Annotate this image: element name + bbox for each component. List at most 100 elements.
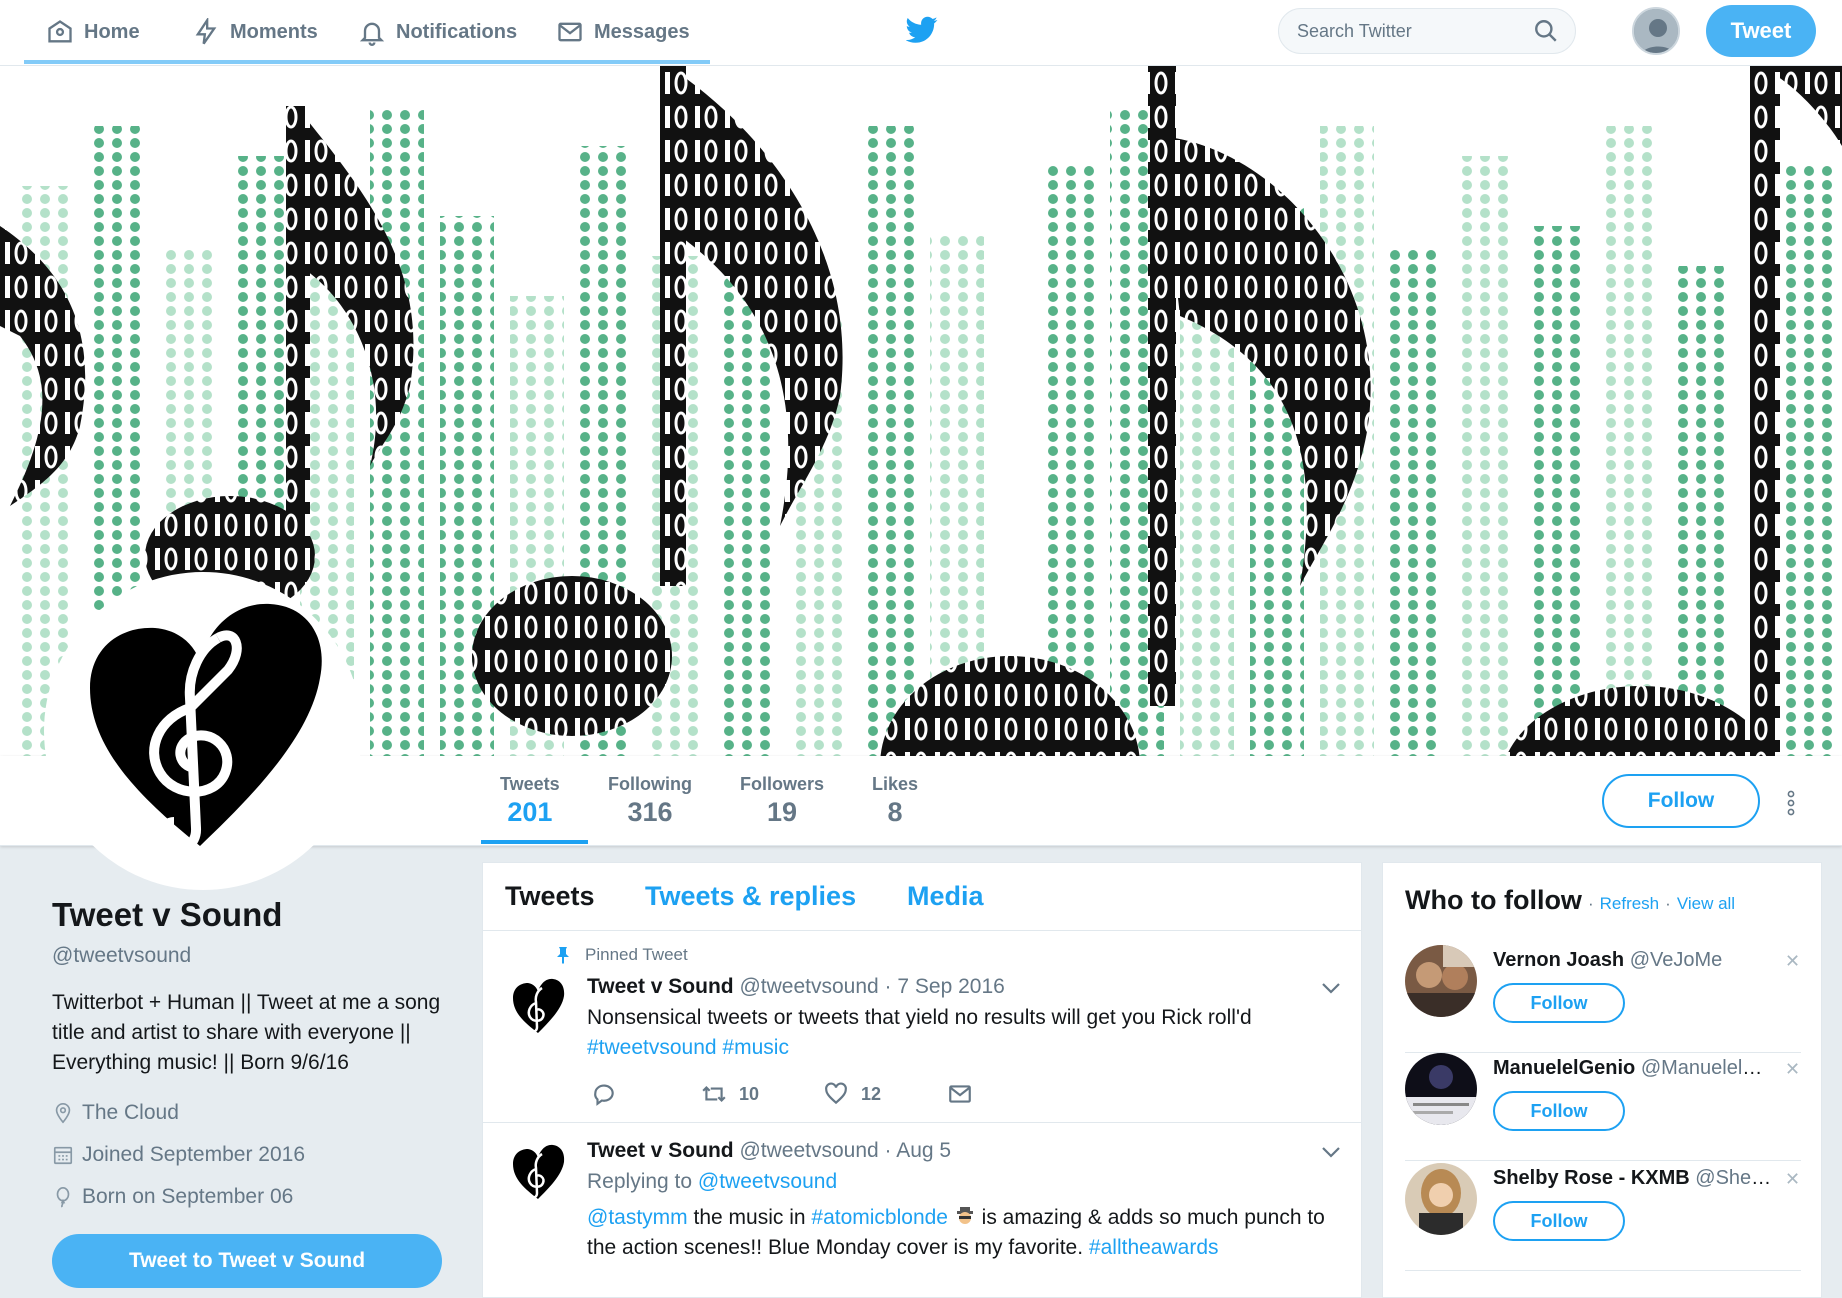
reply-icon	[594, 1084, 614, 1106]
treble-clef-heart-logo	[50, 578, 356, 884]
follow-suggested-button[interactable]: Follow	[1493, 1201, 1625, 1241]
suggested-user-info: Shelby Rose - KXMB @ShelbyRose	[1493, 1167, 1773, 1190]
divider	[1405, 1270, 1801, 1271]
nav-active-underline	[24, 60, 710, 64]
bell-icon	[359, 22, 385, 46]
dismiss-icon[interactable]: ✕	[1785, 1059, 1800, 1080]
search-icon[interactable]	[1533, 18, 1559, 44]
more-options-icon[interactable]	[1786, 790, 1796, 816]
nav-moments[interactable]: Moments	[192, 0, 318, 64]
account-avatar[interactable]	[1632, 7, 1680, 55]
tweet-hashtag[interactable]: #alltheawards	[1089, 1236, 1219, 1259]
chevron-down-icon[interactable]	[1321, 1145, 1341, 1159]
tweet-hashtag[interactable]: #atomicblonde	[811, 1206, 948, 1229]
pin-icon	[557, 947, 569, 964]
twitter-bird-icon[interactable]	[906, 16, 938, 44]
refresh-link[interactable]: Refresh	[1600, 894, 1660, 914]
nav-messages[interactable]: Messages	[556, 0, 690, 64]
profile-joined-text: Joined September 2016	[82, 1143, 305, 1166]
heart-icon	[825, 1082, 847, 1105]
tweet-author-handle[interactable]: @tweetvsound	[739, 975, 878, 998]
suggested-user-handle[interactable]: @VeJoMe	[1630, 949, 1723, 971]
stat-tweets-label: Tweets	[500, 774, 560, 794]
stat-likes[interactable]: Likes 8	[872, 774, 918, 828]
home-icon	[48, 20, 72, 43]
follow-button[interactable]: Follow	[1602, 774, 1760, 828]
nav-notifications[interactable]: Notifications	[358, 0, 517, 64]
stat-active-underline	[481, 840, 588, 844]
profile-birthday-text: Born on September 06	[82, 1185, 294, 1208]
tweet-avatar[interactable]	[507, 975, 571, 1039]
timeline-tabs: Tweets Tweets & replies Media	[483, 863, 1361, 931]
tweet-avatar[interactable]	[507, 1141, 571, 1205]
retweet-action[interactable]: 10	[701, 1081, 823, 1107]
profile-birthday: Born on September 06	[52, 1176, 452, 1218]
calendar-icon	[53, 1146, 73, 1165]
separator-dot: ·	[1587, 894, 1594, 913]
profile-location-text: The Cloud	[82, 1101, 179, 1124]
tweet-date[interactable]: · Aug 5	[885, 1139, 952, 1162]
tweet-item[interactable]: Tweet v Sound @tweetvsound · Aug 5 Reply…	[483, 1123, 1361, 1297]
profile-avatar[interactable]	[44, 572, 362, 890]
profile-location: The Cloud	[52, 1092, 452, 1134]
search-box[interactable]	[1278, 8, 1576, 54]
stat-likes-value: 8	[887, 797, 903, 827]
tweet-mention[interactable]: @tastymm	[587, 1206, 688, 1229]
reply-action[interactable]	[591, 1081, 701, 1107]
suggested-user-name[interactable]: ManuelelGenio	[1493, 1057, 1635, 1079]
tweet-author-handle[interactable]: @tweetvsound	[739, 1139, 878, 1162]
stat-tweets[interactable]: Tweets 201	[500, 774, 560, 828]
default-user-icon	[1634, 9, 1678, 53]
avatar[interactable]	[1405, 945, 1477, 1017]
tab-tweets[interactable]: Tweets	[505, 881, 595, 912]
suggested-user-handle[interactable]: @ManuelelGenio	[1641, 1057, 1773, 1079]
dismiss-icon[interactable]: ✕	[1785, 951, 1800, 972]
suggested-user-name[interactable]: Shelby Rose - KXMB	[1493, 1167, 1690, 1189]
dm-action[interactable]	[947, 1081, 973, 1107]
suggested-user[interactable]: Shelby Rose - KXMB @ShelbyRose Follow ✕	[1405, 1163, 1801, 1271]
envelope-icon	[949, 1085, 971, 1103]
profile-name[interactable]: Tweet v Sound	[52, 896, 452, 934]
profile-handle[interactable]: @tweetvsound	[52, 944, 452, 968]
tab-tweets-replies[interactable]: Tweets & replies	[645, 881, 856, 912]
tweet-item[interactable]: Pinned Tweet Tweet v Sound @tweetvsound …	[483, 931, 1361, 1123]
search-input[interactable]	[1297, 20, 1533, 42]
tweet-header: Tweet v Sound @tweetvsound · Aug 5	[587, 1139, 951, 1163]
tweet-text: @tastymm the music in #atomicblonde is a…	[587, 1203, 1347, 1263]
tweet-hashtags[interactable]: #tweetvsound #music	[587, 1036, 789, 1059]
compose-tweet-button[interactable]: Tweet	[1706, 5, 1816, 57]
nav-moments-label: Moments	[230, 20, 318, 43]
tweet-author-name[interactable]: Tweet v Sound	[587, 975, 734, 998]
follow-suggested-button[interactable]: Follow	[1493, 1091, 1625, 1131]
chevron-down-icon[interactable]	[1321, 981, 1341, 995]
like-action[interactable]: 12	[823, 1081, 947, 1107]
profile-joined: Joined September 2016	[52, 1134, 452, 1176]
tab-media[interactable]: Media	[907, 881, 984, 912]
stat-following-label: Following	[608, 774, 692, 794]
nav-home[interactable]: Home	[46, 0, 140, 64]
avatar[interactable]	[1405, 1163, 1477, 1235]
tweet-date[interactable]: · 7 Sep 2016	[885, 975, 1005, 998]
replying-to-handle[interactable]: @tweetvsound	[698, 1170, 837, 1193]
tweet-to-user-button[interactable]: Tweet to Tweet v Sound	[52, 1234, 442, 1288]
profile-card: Tweet v Sound @tweetvsound Twitterbot + …	[52, 896, 452, 1218]
suggested-user[interactable]: ManuelelGenio @ManuelelGenio Follow ✕	[1405, 1053, 1801, 1161]
suggested-user-info: ManuelelGenio @ManuelelGenio	[1493, 1057, 1773, 1080]
suggested-user-name[interactable]: Vernon Joash	[1493, 949, 1624, 971]
top-navigation: Home Moments Notifications Messages Twee…	[0, 0, 1842, 66]
spy-emoji-icon	[954, 1205, 976, 1227]
tweet-author-name[interactable]: Tweet v Sound	[587, 1139, 734, 1162]
suggested-user[interactable]: Vernon Joash @VeJoMe Follow ✕	[1405, 945, 1801, 1053]
nav-notifications-label: Notifications	[396, 20, 518, 43]
follow-suggested-button[interactable]: Follow	[1493, 983, 1625, 1023]
avatar[interactable]	[1405, 1053, 1477, 1125]
profile-bio: Twitterbot + Human || Tweet at me a song…	[52, 991, 441, 1074]
suggested-user-handle[interactable]: @ShelbyRose	[1695, 1167, 1773, 1189]
view-all-link[interactable]: View all	[1677, 894, 1735, 914]
stat-followers[interactable]: Followers 19	[740, 774, 824, 828]
replying-to-prefix: Replying to	[587, 1170, 693, 1193]
dismiss-icon[interactable]: ✕	[1785, 1169, 1800, 1190]
stat-following[interactable]: Following 316	[608, 774, 692, 828]
pinned-label: Pinned Tweet	[555, 945, 688, 965]
like-count: 12	[861, 1083, 882, 1104]
